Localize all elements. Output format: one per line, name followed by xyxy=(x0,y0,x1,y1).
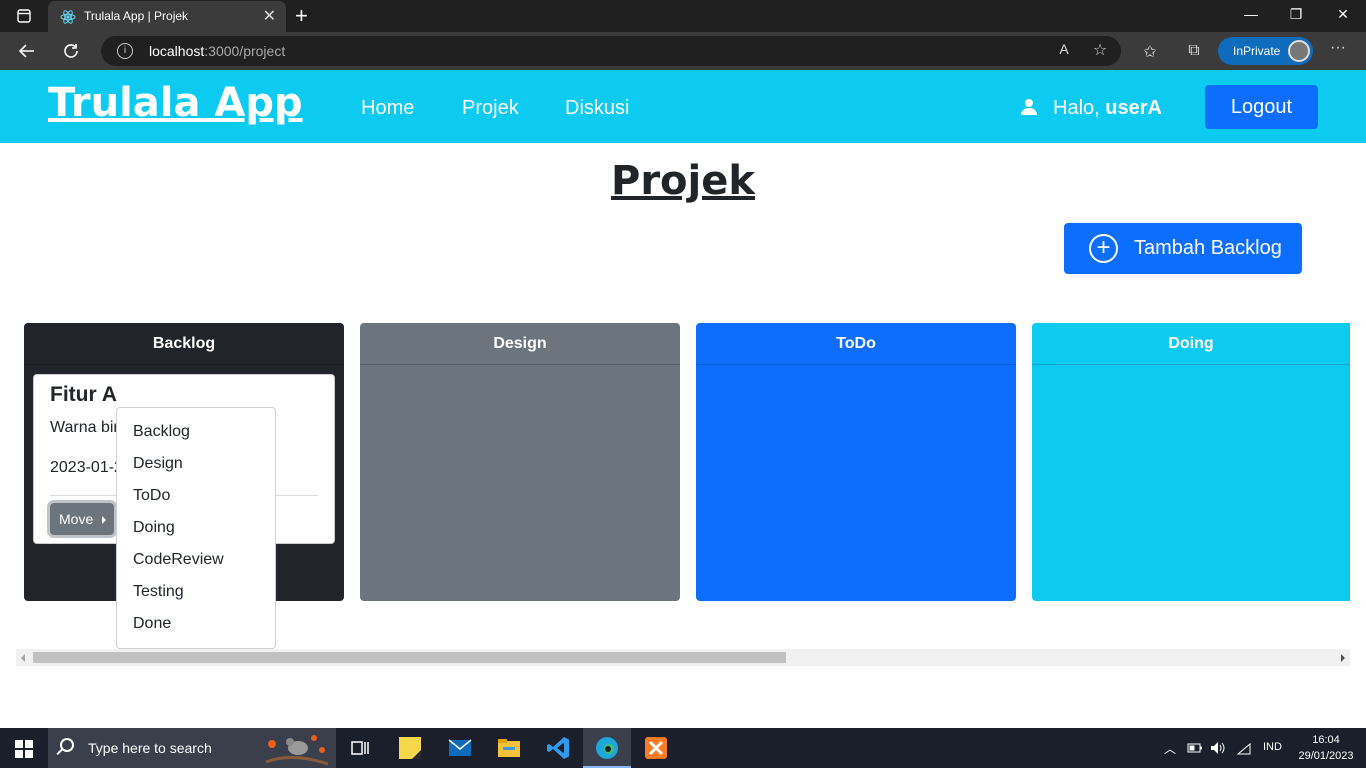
username: userA xyxy=(1105,97,1162,119)
clock-time: 16:04 xyxy=(1312,734,1340,746)
mail-icon[interactable] xyxy=(448,736,472,760)
search-highlight-bird-icon xyxy=(265,735,329,766)
tab-close-icon[interactable]: ✕ xyxy=(263,6,276,26)
scroll-right-icon[interactable] xyxy=(1341,654,1345,662)
nav-link-diskusi[interactable]: Diskusi xyxy=(565,97,629,120)
collections-icon[interactable]: ⧉ xyxy=(1183,42,1205,60)
card-date: 2023-01-2 xyxy=(50,459,123,476)
column-header: ToDo xyxy=(696,323,1016,365)
windows-taskbar: Type here to search ︿ IND 16:04 29/01/20… xyxy=(0,728,1366,768)
menu-item-done[interactable]: Done xyxy=(117,608,275,640)
inprivate-badge[interactable]: InPrivate xyxy=(1218,37,1313,65)
horizontal-scrollbar[interactable] xyxy=(16,649,1350,666)
menu-item-backlog[interactable]: Backlog xyxy=(117,416,275,448)
plus-circle-icon: + xyxy=(1089,234,1118,263)
logout-button[interactable]: Logout xyxy=(1205,85,1318,129)
page-title: Projek xyxy=(611,158,755,204)
language-indicator[interactable]: IND xyxy=(1263,741,1282,753)
add-backlog-button[interactable]: + Tambah Backlog xyxy=(1064,223,1302,274)
window-close-icon[interactable]: ✕ xyxy=(1333,6,1353,23)
scrollbar-thumb[interactable] xyxy=(33,652,786,663)
inprivate-label: InPrivate xyxy=(1233,44,1281,58)
menu-item-todo[interactable]: ToDo xyxy=(117,480,275,512)
taskbar-clock[interactable]: 16:04 29/01/2023 xyxy=(1296,732,1356,764)
scroll-left-icon[interactable] xyxy=(21,654,25,662)
app-navbar: Trulala App Home Projek Diskusi Halo, us… xyxy=(0,70,1366,143)
menu-item-design[interactable]: Design xyxy=(117,448,275,480)
address-bar[interactable]: i localhost:3000/project A ☆ xyxy=(101,36,1121,66)
read-aloud-icon[interactable]: A xyxy=(1053,41,1075,57)
move-dropdown-button[interactable]: Move xyxy=(50,503,114,535)
user-icon xyxy=(1021,99,1037,115)
back-icon[interactable] xyxy=(18,42,36,60)
favorite-add-icon[interactable]: ☆ xyxy=(1089,40,1111,60)
refresh-icon[interactable] xyxy=(62,42,80,60)
task-view-icon[interactable] xyxy=(348,736,372,760)
add-backlog-label: Tambah Backlog xyxy=(1134,237,1282,259)
user-greeting: Halo, userA xyxy=(1053,97,1162,120)
nav-link-home[interactable]: Home xyxy=(361,97,414,120)
wifi-icon[interactable] xyxy=(1236,742,1252,755)
nav-link-projek[interactable]: Projek xyxy=(462,97,519,120)
board-column-todo: ToDo xyxy=(696,323,1016,601)
clock-date: 29/01/2023 xyxy=(1298,750,1354,762)
browser-tab-strip: Trulala App | Projek ✕ + — ❐ ✕ xyxy=(0,0,1366,32)
sticky-notes-icon[interactable] xyxy=(398,736,422,760)
url-path: :3000/project xyxy=(204,43,286,59)
column-header: Doing xyxy=(1032,323,1350,365)
move-dropdown-menu: Backlog Design ToDo Doing CodeReview Tes… xyxy=(116,407,276,649)
browser-tab[interactable]: Trulala App | Projek ✕ xyxy=(48,1,286,32)
windows-start-icon[interactable] xyxy=(15,740,33,758)
column-header: Backlog xyxy=(24,323,344,365)
restore-icon[interactable]: ❐ xyxy=(1286,6,1306,23)
xampp-icon[interactable] xyxy=(644,736,668,760)
card-title: Fitur A xyxy=(50,383,117,406)
menu-item-codereview[interactable]: CodeReview xyxy=(117,544,275,576)
board-column-doing: Doing xyxy=(1032,323,1350,601)
search-icon xyxy=(60,738,74,752)
column-header: Design xyxy=(360,323,680,365)
volume-icon[interactable] xyxy=(1210,741,1226,755)
search-placeholder: Type here to search xyxy=(88,740,212,756)
file-explorer-icon[interactable] xyxy=(497,736,521,760)
vscode-icon[interactable] xyxy=(546,736,570,760)
browser-toolbar: i localhost:3000/project A ☆ ✩ ⧉ InPriva… xyxy=(0,32,1366,70)
caret-right-icon xyxy=(102,516,106,524)
tab-title: Trulala App | Projek xyxy=(84,9,189,23)
menu-item-testing[interactable]: Testing xyxy=(117,576,275,608)
more-icon[interactable]: ··· xyxy=(1327,39,1349,57)
url-text[interactable]: localhost:3000/project xyxy=(149,43,285,59)
edge-icon[interactable] xyxy=(595,736,619,760)
site-info-icon[interactable]: i xyxy=(117,43,133,59)
brand-logo[interactable]: Trulala App xyxy=(48,80,303,126)
react-favicon-icon xyxy=(60,10,76,24)
greeting-prefix: Halo, xyxy=(1053,97,1106,119)
card-description: Warna bir xyxy=(50,419,119,436)
url-host: localhost xyxy=(149,43,205,59)
favorites-icon[interactable]: ✩ xyxy=(1139,42,1161,62)
tab-actions-icon[interactable] xyxy=(17,9,31,23)
menu-item-doing[interactable]: Doing xyxy=(117,512,275,544)
minimize-icon[interactable]: — xyxy=(1241,6,1261,22)
move-label: Move xyxy=(59,511,94,527)
profile-avatar xyxy=(1288,40,1310,62)
board-column-design: Design xyxy=(360,323,680,601)
battery-icon[interactable] xyxy=(1187,742,1203,754)
tray-chevron-up-icon[interactable]: ︿ xyxy=(1164,740,1176,757)
taskbar-search[interactable]: Type here to search xyxy=(48,728,336,768)
new-tab-icon[interactable]: + xyxy=(295,3,308,29)
